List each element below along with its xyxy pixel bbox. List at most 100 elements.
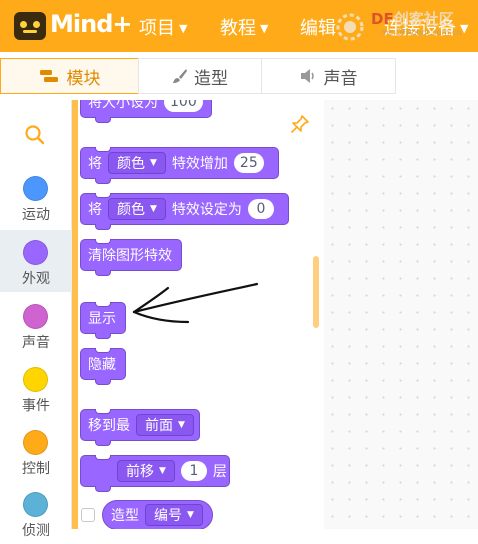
menu-project-label: 项目 <box>139 18 175 39</box>
block-bump <box>95 117 111 123</box>
script-workspace[interactable] <box>324 100 478 529</box>
tab-blocks-label: 模块 <box>66 68 101 89</box>
block-bump <box>95 178 111 184</box>
block-go-to-layer[interactable]: 移到最 前面 ▼ <box>80 409 200 446</box>
block-bump <box>95 379 111 385</box>
category-events[interactable]: 事件 <box>0 357 72 419</box>
category-events-label: 事件 <box>22 398 50 414</box>
costume-reporter-prefix: 造型 <box>111 508 139 524</box>
tab-costumes[interactable]: 造型 <box>138 58 262 94</box>
caret-down-icon: ▼ <box>178 420 185 430</box>
block-change-effect-suffix: 特效增加 <box>171 156 228 172</box>
sensing-dot-icon <box>23 492 48 517</box>
category-menu: 运动 外观 声音 事件 控制 侦测 <box>0 100 72 539</box>
block-clear-effects-label: 清除图形特效 <box>88 248 172 264</box>
tab-blocks[interactable]: 模块 <box>0 58 139 94</box>
robot-mouth <box>23 30 37 33</box>
direction-dropdown[interactable]: 前移 ▼ <box>117 460 175 482</box>
menu-tutorial-label: 教程 <box>220 18 256 39</box>
editor-tabs: 模块 造型 声音 <box>0 52 478 101</box>
block-notch <box>95 239 111 244</box>
block-clear-effects[interactable]: 清除图形特效 <box>80 239 182 276</box>
category-motion-label: 运动 <box>22 207 50 223</box>
watermark-title: DF创客社区 <box>371 10 454 28</box>
block-hide[interactable]: 隐藏 <box>80 348 126 385</box>
category-sound-label: 声音 <box>22 335 50 351</box>
flyout-scrollbar[interactable] <box>313 256 319 328</box>
block-notch <box>95 409 111 414</box>
block-show-label: 显示 <box>88 311 116 327</box>
effect-dropdown[interactable]: 颜色 ▼ <box>108 198 166 220</box>
effect-dropdown[interactable]: 颜色 ▼ <box>108 152 166 174</box>
robot-eye-left <box>20 21 27 28</box>
mind-plus-logo[interactable]: Mind+ <box>14 10 134 42</box>
size-value-input[interactable]: 100 <box>164 100 203 112</box>
block-notch <box>95 147 111 152</box>
menu-project[interactable]: 项目 ▼ <box>139 14 187 40</box>
set-effect-value-input[interactable]: 0 <box>247 199 274 219</box>
motion-dot-icon <box>23 176 48 201</box>
menu-edit-label: 编辑 <box>300 18 336 39</box>
block-change-effect[interactable]: 将 颜色 ▼ 特效增加 25 <box>80 147 279 184</box>
logo-text: Mind+ <box>50 10 132 38</box>
dfrobot-watermark: DF创客社区 mc.DFRobot.com.cn <box>335 6 465 46</box>
category-sensing-label: 侦测 <box>22 523 50 539</box>
category-sound[interactable]: 声音 <box>0 294 72 356</box>
costume-reporter-checkbox[interactable] <box>81 508 95 522</box>
robot-face-icon <box>14 12 46 40</box>
block-set-effect[interactable]: 将 颜色 ▼ 特效设定为 0 <box>80 193 289 230</box>
block-go-layers-suffix: 层 <box>212 464 227 480</box>
block-bump <box>95 486 111 492</box>
change-effect-value-input[interactable]: 25 <box>233 153 264 173</box>
layer-dropdown[interactable]: 前面 ▼ <box>136 414 194 436</box>
caret-down-icon: ▼ <box>159 466 166 476</box>
caret-down-icon: ▼ <box>150 158 157 168</box>
block-notch <box>95 348 111 353</box>
category-control-label: 控制 <box>22 461 50 477</box>
block-bump <box>95 224 111 230</box>
block-notch <box>95 455 111 460</box>
layers-value-input[interactable]: 1 <box>180 461 207 481</box>
block-set-effect-prefix: 将 <box>88 202 102 218</box>
looks-dot-icon <box>23 240 48 265</box>
search-icon[interactable] <box>24 124 46 146</box>
menu-bar: Mind+ 项目 ▼ 教程 ▼ 编辑 连接设备 ▼ DF创客社区 mc.DFRobot… <box>0 0 478 52</box>
block-notch <box>95 193 111 198</box>
category-looks-label: 外观 <box>22 271 50 287</box>
blocks-icon <box>39 70 58 82</box>
caret-down-icon: ▼ <box>150 204 157 214</box>
watermark-subtitle: mc.DFRobot.com.cn <box>381 28 462 37</box>
control-dot-icon <box>23 430 48 455</box>
chevron-down-icon: ▼ <box>179 22 188 35</box>
menu-tutorial[interactable]: 教程 ▼ <box>220 14 268 40</box>
speaker-icon <box>300 69 314 83</box>
pin-icon[interactable] <box>290 114 310 134</box>
block-costume-reporter[interactable]: 造型 编号 ▼ <box>102 500 213 529</box>
tab-sounds-label: 声音 <box>323 68 358 89</box>
events-dot-icon <box>23 367 48 392</box>
category-looks[interactable]: 外观 <box>0 230 72 292</box>
block-bump <box>95 333 111 339</box>
hand-drawn-arrow-icon <box>132 282 259 324</box>
block-go-layers[interactable]: 前移 ▼ 1 层 <box>80 455 230 492</box>
caret-down-icon: ▼ <box>187 510 194 520</box>
brush-icon <box>173 69 187 83</box>
dfrobot-gear-icon <box>336 13 364 41</box>
block-hide-label: 隐藏 <box>88 357 116 373</box>
category-motion[interactable]: 运动 <box>0 166 72 228</box>
menu-edit[interactable]: 编辑 <box>300 14 336 40</box>
block-change-effect-prefix: 将 <box>88 156 102 172</box>
block-bump <box>95 270 111 276</box>
costume-property-dropdown[interactable]: 编号 ▼ <box>145 504 203 526</box>
tab-costumes-label: 造型 <box>194 68 228 89</box>
block-show[interactable]: 显示 <box>80 302 126 339</box>
block-set-size-label: 将大小设为 <box>88 100 158 111</box>
block-set-effect-suffix: 特效设定为 <box>171 202 242 218</box>
category-sensing[interactable]: 侦测 <box>0 482 72 544</box>
robot-eye-right <box>33 21 40 28</box>
block-bump <box>95 440 111 446</box>
tab-sounds[interactable]: 声音 <box>261 58 396 94</box>
category-control[interactable]: 控制 <box>0 420 72 482</box>
block-set-size[interactable]: 将大小设为 100 <box>80 100 212 123</box>
sound-dot-icon <box>23 304 48 329</box>
